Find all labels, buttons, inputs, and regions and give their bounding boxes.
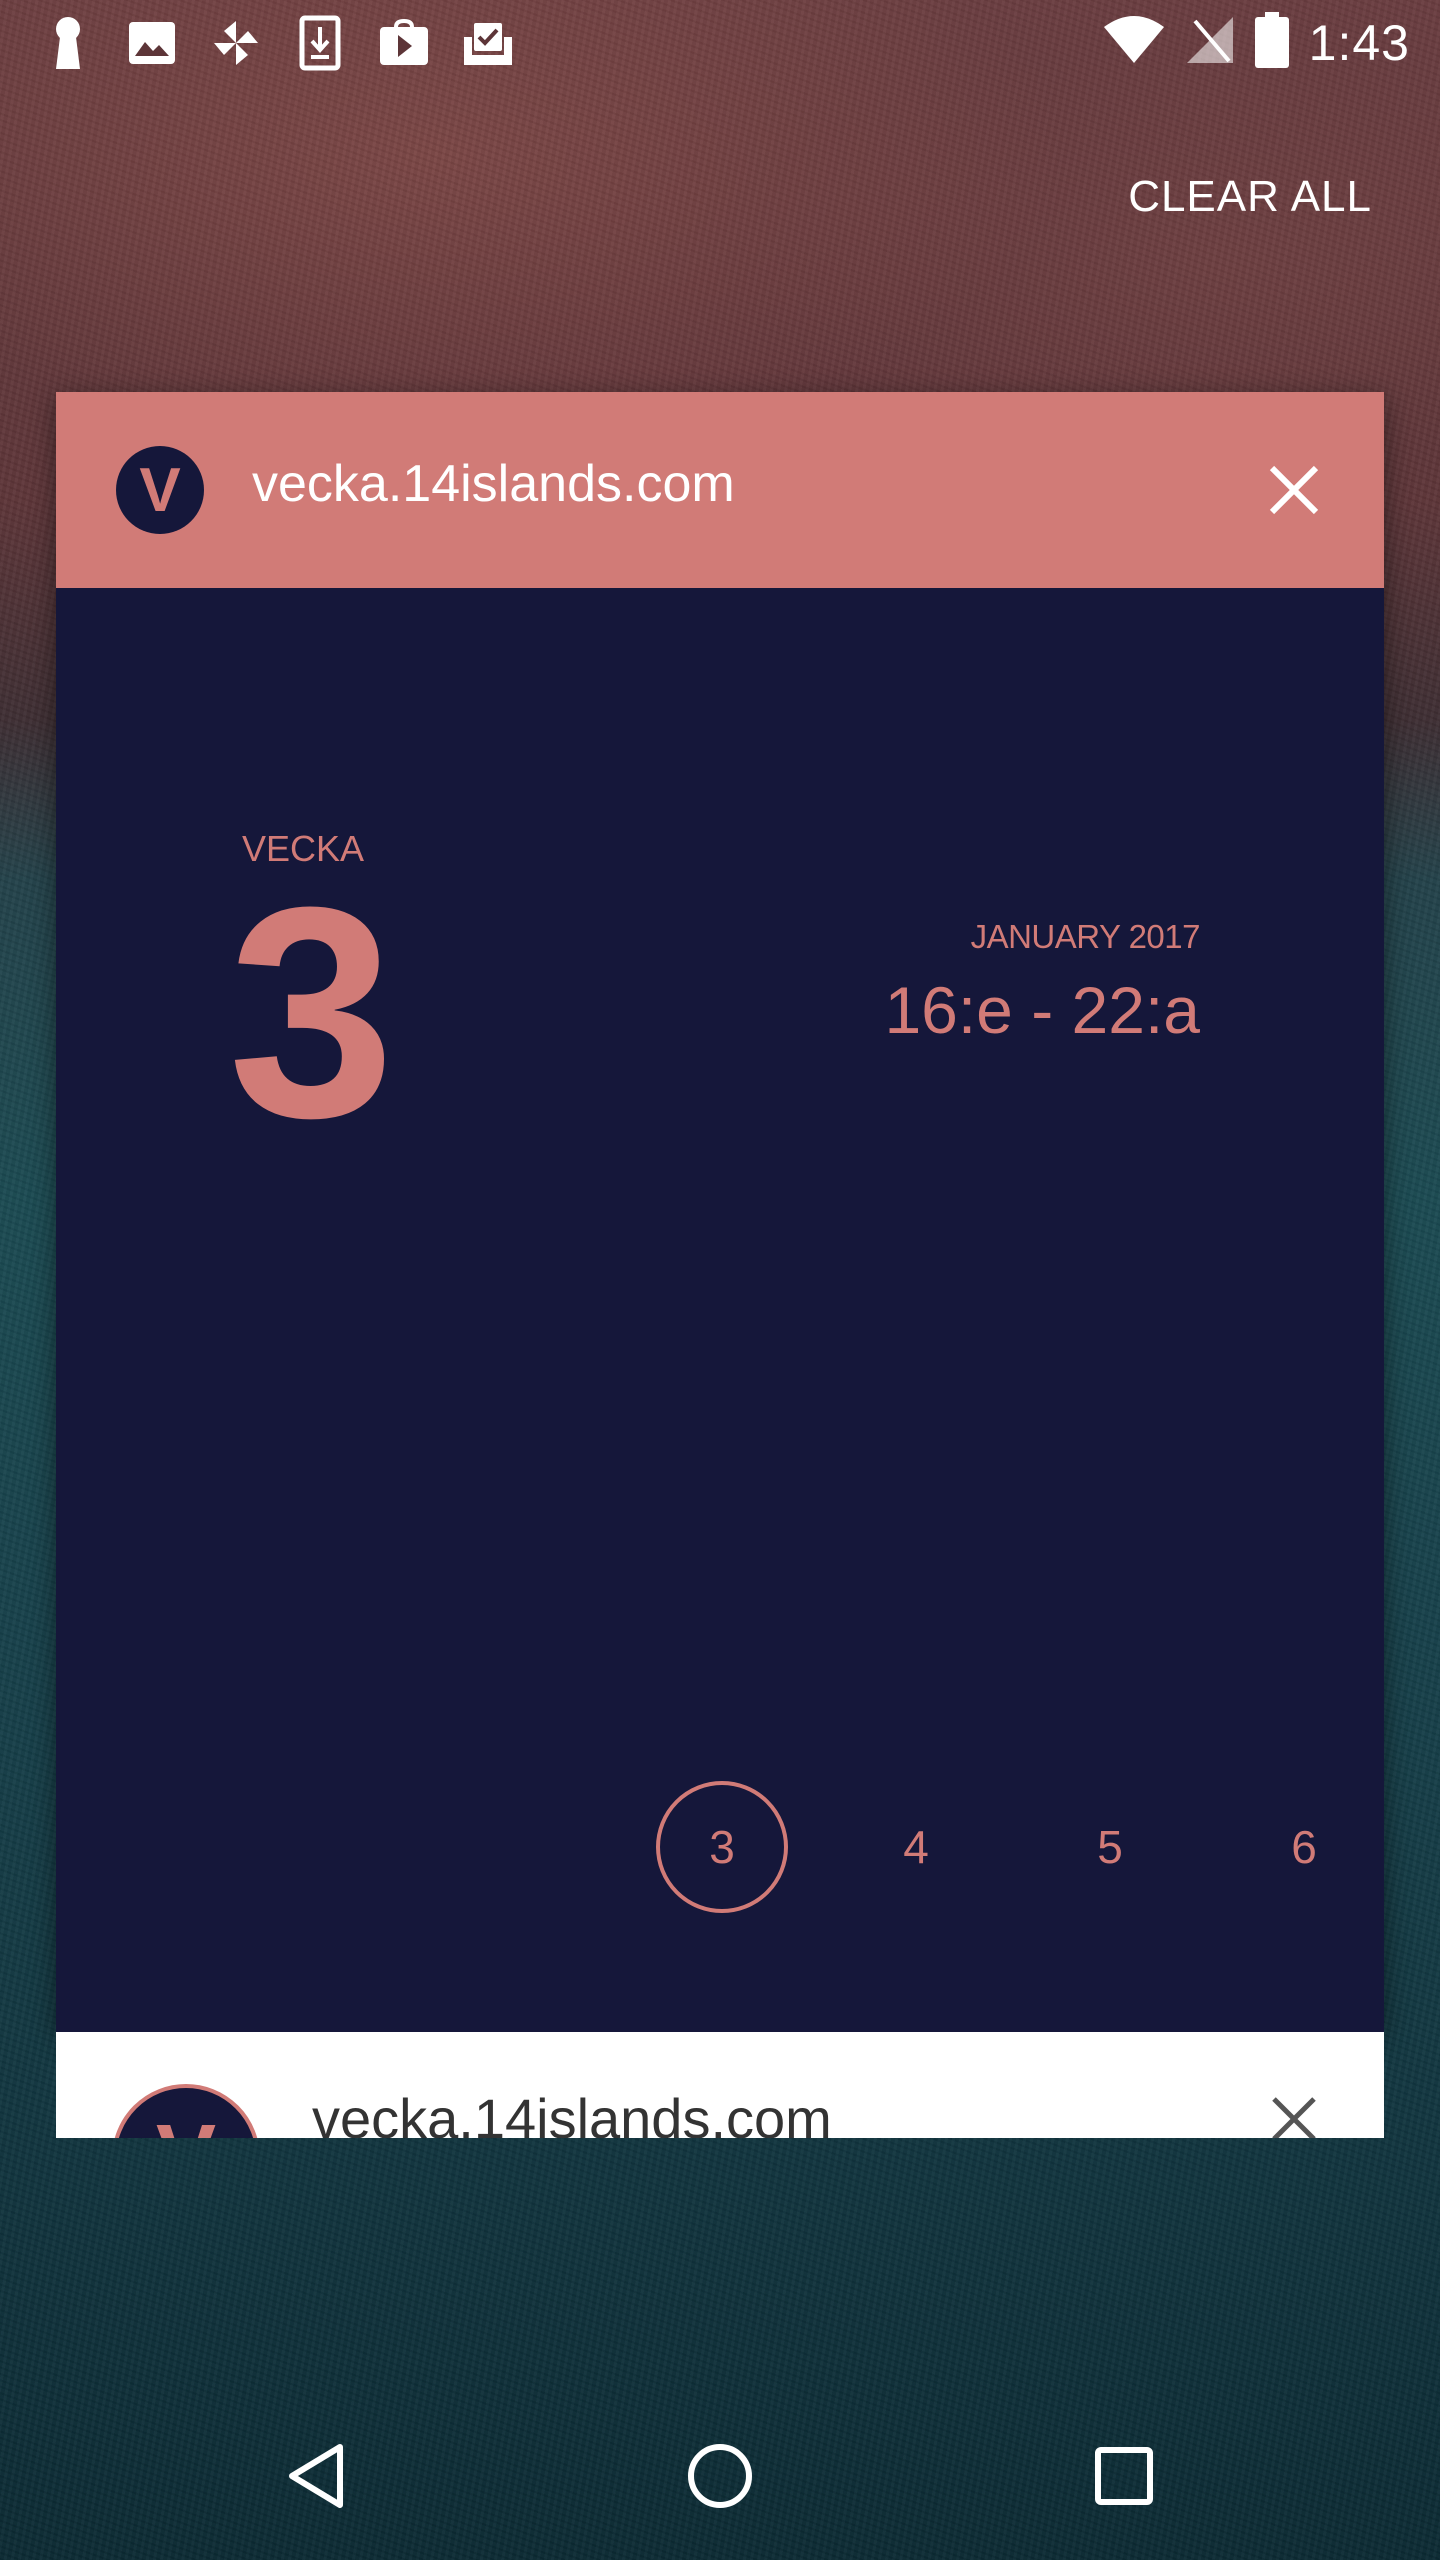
close-icon[interactable]: [1254, 2094, 1334, 2138]
date-range: 16:e - 22:a: [884, 973, 1200, 1047]
download-icon: [290, 15, 350, 71]
recents-icon[interactable]: [1064, 2416, 1184, 2536]
play-store-icon: [374, 16, 434, 70]
week-item[interactable]: 5: [1044, 1781, 1176, 1913]
checked-inbox-icon: [458, 16, 518, 70]
card-title: vecka.14islands.com: [252, 455, 735, 513]
no-sim-icon: [1185, 15, 1235, 70]
close-icon[interactable]: [1254, 450, 1334, 530]
app-icon-2[interactable]: V: [112, 2084, 260, 2138]
recent-app-card[interactable]: V vecka.14islands.com VECKA 3 JANUARY 20…: [56, 392, 1384, 2032]
pinwheel-icon: [206, 16, 266, 70]
navigation-bar: [0, 2392, 1440, 2560]
card-header: V vecka.14islands.com: [56, 392, 1384, 588]
week-item[interactable]: 6: [1238, 1781, 1370, 1913]
home-icon[interactable]: [660, 2416, 780, 2536]
wifi-icon: [1103, 15, 1165, 70]
battery-icon: [1254, 12, 1289, 73]
back-icon[interactable]: [256, 2416, 376, 2536]
recent-app-card-2[interactable]: V vecka.14islands.com: [56, 2032, 1384, 2138]
image-icon: [122, 16, 182, 70]
card-title-2: vecka.14islands.com: [312, 2087, 832, 2138]
status-clock: 1:43: [1308, 14, 1410, 71]
week-item[interactable]: 4: [850, 1781, 982, 1913]
keyhole-icon: [38, 16, 98, 70]
month-label: JANUARY 2017: [970, 918, 1201, 955]
week-item-active[interactable]: 3: [656, 1781, 788, 1913]
week-number: 3: [228, 844, 395, 1180]
status-bar: 1:43: [0, 0, 1440, 84]
week-navigation: 3 4 5 6: [56, 1781, 1384, 1913]
notification-icons: [38, 15, 518, 71]
app-icon[interactable]: V: [116, 446, 204, 534]
clear-all-button[interactable]: CLEAR ALL: [1116, 166, 1384, 228]
app-thumbnail[interactable]: VECKA 3 JANUARY 2017 16:e - 22:a 3 4 5 6: [56, 588, 1384, 2032]
